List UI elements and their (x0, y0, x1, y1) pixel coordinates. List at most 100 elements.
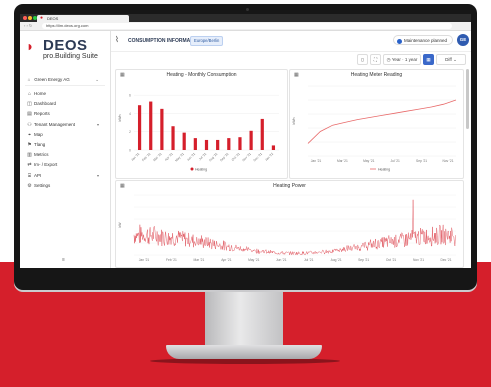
chevron-down-icon: ▾ (96, 121, 99, 127)
y-tick-label: 6 (129, 94, 131, 98)
monitor-stand-foot (166, 345, 322, 359)
maintenance-label: Maintenance planned (404, 38, 448, 43)
bar (193, 138, 197, 150)
sidebar-item-api[interactable]: ⌸ API ▾ (25, 171, 105, 181)
sidebar-item-label: Tenant Management (34, 121, 76, 127)
metrics-icon: ▥ (27, 152, 32, 159)
settings-icon: ⚙ (27, 182, 32, 189)
page-header: ⌇ CONSUMPTION INFORMATION Europe/Berlin … (111, 31, 471, 52)
sidebar-item-label: Settings (34, 182, 51, 188)
x-tick-label: Feb '21 (141, 152, 151, 162)
mode-label: Diff (445, 57, 452, 62)
sidebar-item-settings[interactable]: ⚙ Settings (25, 181, 105, 191)
y-tick-label: 2 (129, 130, 131, 134)
sidebar-item-home[interactable]: ⌂ Home (25, 89, 105, 99)
x-tick-label: Jan '21 (139, 258, 150, 262)
api-icon: ⌸ (27, 172, 31, 179)
maintenance-status[interactable]: Maintenance planned (393, 35, 453, 45)
x-tick-label: Jan '21 (311, 159, 322, 163)
maintenance-dot-icon (397, 38, 402, 44)
sidebar-item-im-export[interactable]: ⇄ Im- / Export (25, 160, 105, 170)
x-tick-label: May '21 (248, 258, 260, 262)
x-tick-label: Mar '21 (152, 152, 162, 162)
company-selector[interactable]: ⌂ Green Energy AG ⌄ (25, 75, 105, 86)
avatar[interactable]: GE (457, 34, 469, 46)
time-range-select[interactable]: ◷ Year · 1 year (383, 54, 421, 65)
collapse-menu-icon[interactable]: ≡ (62, 257, 65, 263)
company-name: Green Energy AG (34, 77, 70, 82)
mode-select[interactable]: Diff ⌄ (436, 54, 466, 65)
x-tick-label: Jan '21 (130, 152, 140, 162)
y-axis-label: kWh (118, 114, 122, 121)
dashboard-icon: ◫ (27, 101, 32, 108)
sidebar-item-label: Im- / Export (34, 162, 58, 168)
building-icon: ⌂ (27, 77, 31, 82)
bar (260, 118, 264, 150)
bar (160, 108, 164, 150)
export-pdf-button[interactable]: ▯ (357, 54, 368, 65)
tenant-icon: ⚇ (27, 121, 32, 128)
x-tick-label: Apr '21 (164, 152, 174, 162)
x-tick-label: Dec '21 (440, 258, 451, 262)
fullscreen-button[interactable]: ⛶ (370, 54, 381, 65)
sidebar: ◗ DEOS pro.Building Suite ⌂ Green Energy… (20, 31, 111, 268)
brand-suite: pro.Building Suite (43, 53, 98, 60)
bar (216, 139, 220, 150)
x-tick-label: Jul '21 (390, 159, 400, 163)
sidebar-item-reports[interactable]: ▤ Reports (25, 109, 105, 119)
bar (137, 105, 142, 150)
browser-tab[interactable]: ● DEOS (37, 15, 129, 22)
sidebar-item-label: Map (34, 131, 43, 137)
x-tick-label: Mar '21 (193, 258, 204, 262)
scrollbar[interactable] (466, 69, 469, 129)
bar (149, 101, 153, 150)
x-tick-label: Oct '21 (386, 258, 397, 262)
monthly-consumption-card: ▦ Heating - Monthly Consumption 0 2 4 6 kWh J… (115, 69, 288, 179)
home-icon: ⌂ (27, 91, 32, 97)
deos-logo[interactable]: ◗ DEOS pro.Building Suite (26, 35, 106, 65)
chart-line-icon: ⌇ (115, 35, 119, 44)
window-minimize-button[interactable] (28, 16, 32, 20)
x-tick-label: Mar '21 (337, 159, 348, 163)
view-toggle-button[interactable]: ▦ (423, 54, 434, 65)
sidebar-item-label: Reports (34, 111, 50, 117)
url-field[interactable]: https://lim.deos.org.com (42, 23, 452, 29)
bar (204, 139, 209, 150)
reports-icon: ▤ (27, 111, 32, 118)
sidebar-menu: ⌂ Home ◫ Dashboard ▤ Reports ⚇ Tenant Managemen… (25, 89, 105, 191)
legend-marker (190, 167, 194, 171)
timezone-badge: Europe/Berlin (190, 36, 224, 46)
x-tick-label: Jul '21 (304, 258, 314, 262)
bar (238, 137, 242, 150)
browser-tab-bar: ● DEOS (20, 14, 471, 22)
window-close-button[interactable] (23, 16, 27, 20)
bar (227, 138, 231, 150)
sidebar-item-tlang[interactable]: ⚑ Tlang (25, 140, 105, 150)
x-tick-label: Jul '21 (198, 152, 207, 161)
x-tick-label: Feb '21 (166, 258, 177, 262)
x-tick-label: Nov '21 (241, 152, 252, 163)
fullscreen-icon: ⛶ (373, 57, 378, 62)
heating-power-card: ▦ Heating Power kW Jan '21 Feb '21 Mar '21 A… (115, 180, 464, 268)
chevron-down-icon: ⌄ (451, 57, 457, 62)
sidebar-item-map[interactable]: ⌖ Map (25, 130, 105, 140)
meter-reading-card: ▦ Heating Meter Reading kWh Jan '21 Mar '2… (289, 69, 464, 179)
pdf-icon: ▯ (361, 57, 364, 62)
x-tick-label: Jan '22 (264, 152, 274, 162)
x-tick-label: Oct '21 (231, 152, 241, 162)
sidebar-item-tenant-management[interactable]: ⚇ Tenant Management ▾ (25, 120, 105, 130)
monthly-consumption-chart: 0 2 4 6 kWh Jan '21 Feb '21 Mar '21 Apr '21 May '… (118, 94, 279, 171)
chevron-down-icon: ▾ (96, 172, 99, 178)
sidebar-item-dashboard[interactable]: ◫ Dashboard (25, 99, 105, 109)
monitor-stand-neck (205, 292, 283, 347)
sidebar-item-label: Dashboard (34, 101, 57, 107)
x-tick-label: May '21 (363, 159, 375, 163)
browser-nav-icons[interactable]: ‹ › ↻ (24, 22, 32, 30)
bar (271, 145, 276, 150)
x-tick-label: Sep '21 (358, 258, 369, 262)
x-tick-label: Jun '21 (186, 152, 196, 162)
series-line (133, 199, 456, 256)
sidebar-item-metrics[interactable]: ▥ Metrics (25, 150, 105, 160)
legend-label: Heating (378, 167, 390, 171)
sidebar-item-label: Home (34, 91, 47, 96)
